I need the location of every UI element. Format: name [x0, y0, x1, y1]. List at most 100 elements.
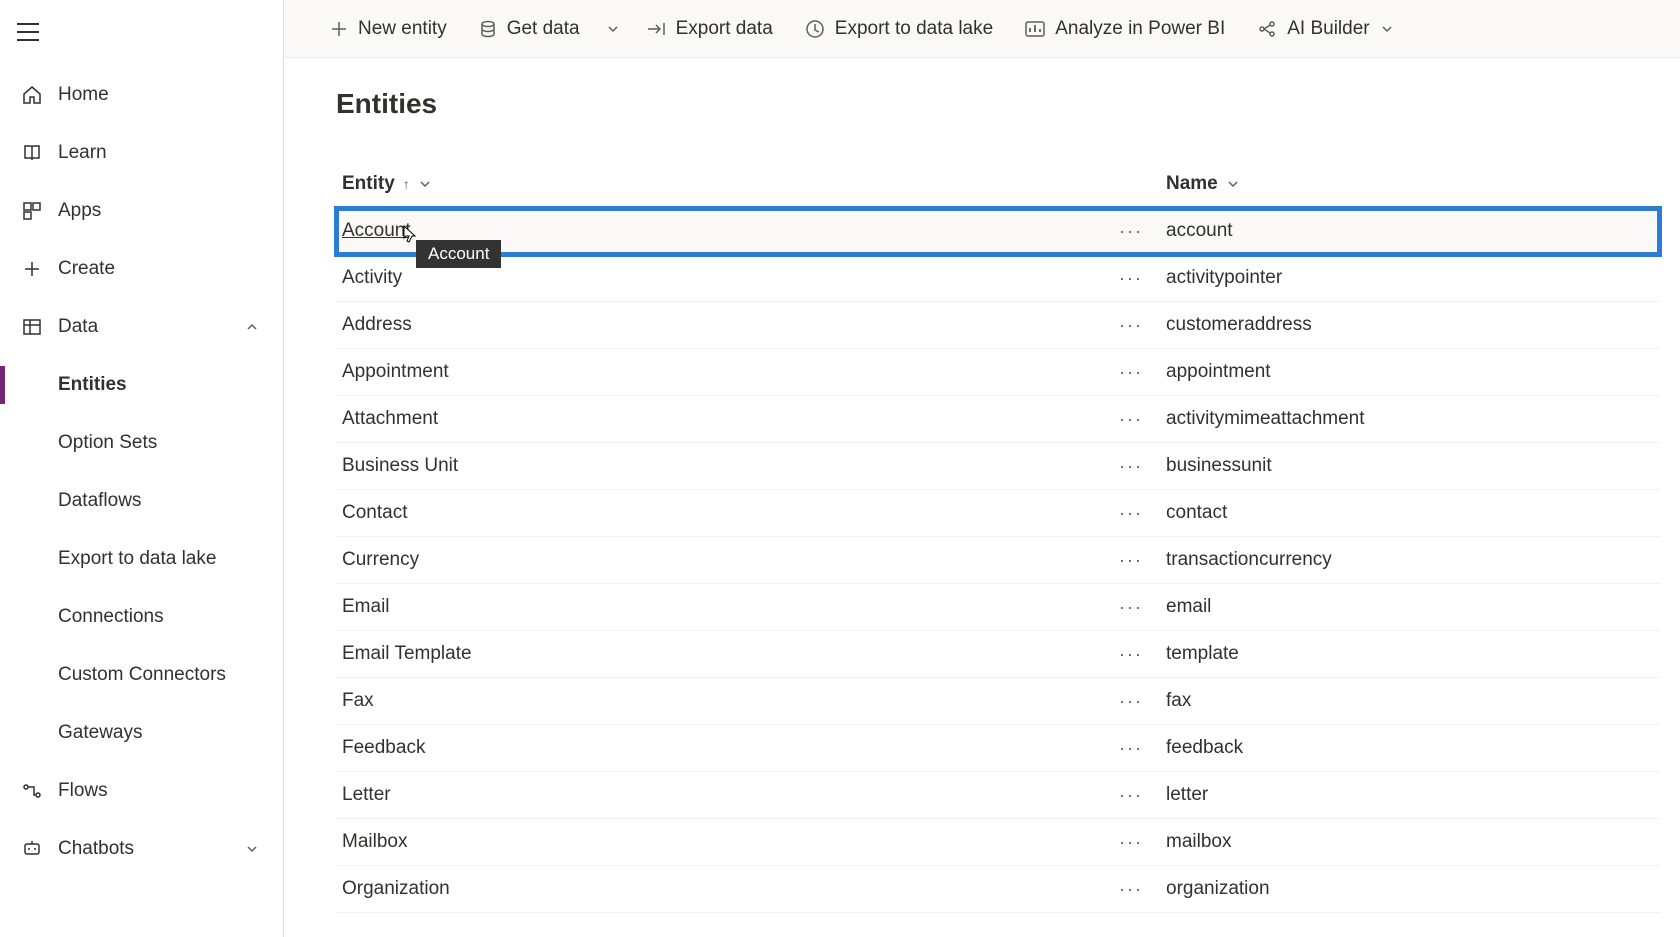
table-row[interactable]: Contact···contact	[336, 490, 1660, 537]
nav-label: Learn	[58, 142, 107, 164]
table-row[interactable]: Mailbox···mailbox	[336, 819, 1660, 866]
col-header-label: Entity	[342, 173, 395, 195]
flows-icon	[20, 779, 44, 803]
cmd-label: Export to data lake	[835, 18, 993, 40]
name-cell: organization	[1166, 878, 1660, 900]
apps-icon	[20, 199, 44, 223]
entity-cell[interactable]: Attachment	[336, 408, 1096, 430]
entity-cell[interactable]: Letter	[336, 784, 1096, 806]
data-icon	[20, 315, 44, 339]
table-row[interactable]: Account···account	[336, 208, 1660, 255]
nav-data[interactable]: Data	[0, 298, 283, 356]
entity-cell[interactable]: Business Unit	[336, 455, 1096, 477]
row-more-button[interactable]: ···	[1096, 785, 1166, 806]
book-icon	[20, 141, 44, 165]
table-body: Account···accountActivity···activitypoin…	[336, 208, 1660, 913]
nav-label: Data	[58, 316, 98, 338]
cmd-get-data-dropdown[interactable]	[596, 0, 630, 57]
entity-cell[interactable]: Appointment	[336, 361, 1096, 383]
entity-cell[interactable]: Activity	[336, 267, 1096, 289]
nav-sub-label: Connections	[58, 606, 164, 628]
row-more-button[interactable]: ···	[1096, 362, 1166, 383]
nav-sub-export-lake[interactable]: Export to data lake	[0, 530, 283, 588]
name-cell: letter	[1166, 784, 1660, 806]
entity-cell[interactable]: Account	[336, 220, 1096, 242]
cmd-analyze[interactable]: Analyze in Power BI	[1009, 0, 1241, 57]
ai-icon	[1257, 19, 1277, 39]
col-header-entity[interactable]: Entity ↑	[336, 173, 1166, 195]
nav-sub-entities[interactable]: Entities	[0, 356, 283, 414]
entity-cell[interactable]: Email	[336, 596, 1096, 618]
entity-cell[interactable]: Address	[336, 314, 1096, 336]
cmd-label: Get data	[507, 18, 580, 40]
col-header-name[interactable]: Name	[1166, 173, 1660, 195]
table-row[interactable]: Business Unit···businessunit	[336, 443, 1660, 490]
table-row[interactable]: Email···email	[336, 584, 1660, 631]
chevron-down-icon	[245, 842, 259, 856]
nav-sub-option-sets[interactable]: Option Sets	[0, 414, 283, 472]
table-row[interactable]: Currency···transactioncurrency	[336, 537, 1660, 584]
nav-sub-label: Entities	[58, 374, 127, 396]
table-row[interactable]: Letter···letter	[336, 772, 1660, 819]
name-cell: transactioncurrency	[1166, 549, 1660, 571]
table-row[interactable]: Organization···organization	[336, 866, 1660, 913]
name-cell: activitypointer	[1166, 267, 1660, 289]
row-more-button[interactable]: ···	[1096, 644, 1166, 665]
row-more-button[interactable]: ···	[1096, 879, 1166, 900]
entity-cell[interactable]: Fax	[336, 690, 1096, 712]
database-icon	[479, 20, 497, 38]
entity-cell[interactable]: Feedback	[336, 737, 1096, 759]
nav-sub-custom-connectors[interactable]: Custom Connectors	[0, 646, 283, 704]
name-cell: template	[1166, 643, 1660, 665]
nav-sub-gateways[interactable]: Gateways	[0, 704, 283, 762]
table-row[interactable]: Fax···fax	[336, 678, 1660, 725]
hamburger-button[interactable]	[0, 8, 56, 56]
cmd-get-data[interactable]: Get data	[463, 0, 596, 57]
row-more-button[interactable]: ···	[1096, 268, 1166, 289]
row-more-button[interactable]: ···	[1096, 832, 1166, 853]
row-more-button[interactable]: ···	[1096, 221, 1166, 242]
cmd-export-lake[interactable]: Export to data lake	[789, 0, 1009, 57]
entity-cell[interactable]: Mailbox	[336, 831, 1096, 853]
nav-create[interactable]: Create	[0, 240, 283, 298]
row-more-button[interactable]: ···	[1096, 409, 1166, 430]
cmd-ai-builder[interactable]: AI Builder	[1241, 0, 1409, 57]
table-row[interactable]: Attachment···activitymimeattachment	[336, 396, 1660, 443]
nav-chatbots[interactable]: Chatbots	[0, 820, 283, 878]
nav-home[interactable]: Home	[0, 66, 283, 124]
plus-icon	[20, 257, 44, 281]
plus-icon	[330, 20, 348, 38]
nav-sub-connections[interactable]: Connections	[0, 588, 283, 646]
nav-apps[interactable]: Apps	[0, 182, 283, 240]
row-more-button[interactable]: ···	[1096, 456, 1166, 477]
row-more-button[interactable]: ···	[1096, 315, 1166, 336]
home-icon	[20, 83, 44, 107]
nav-sub-dataflows[interactable]: Dataflows	[0, 472, 283, 530]
entity-cell[interactable]: Contact	[336, 502, 1096, 524]
cmd-new-entity[interactable]: New entity	[314, 0, 463, 57]
cmd-export-data[interactable]: Export data	[630, 0, 789, 57]
table-row[interactable]: Email Template···template	[336, 631, 1660, 678]
name-cell: activitymimeattachment	[1166, 408, 1660, 430]
row-more-button[interactable]: ···	[1096, 738, 1166, 759]
page-title: Entities	[336, 88, 1660, 120]
table-row[interactable]: Appointment···appointment	[336, 349, 1660, 396]
name-cell: contact	[1166, 502, 1660, 524]
table-header: Entity ↑ Name	[336, 160, 1660, 208]
table-row[interactable]: Feedback···feedback	[336, 725, 1660, 772]
table-row[interactable]: Activity···activitypointer	[336, 255, 1660, 302]
entity-cell[interactable]: Email Template	[336, 643, 1096, 665]
entity-cell[interactable]: Organization	[336, 878, 1096, 900]
table-row[interactable]: Address···customeraddress	[336, 302, 1660, 349]
row-more-button[interactable]: ···	[1096, 691, 1166, 712]
row-more-button[interactable]: ···	[1096, 503, 1166, 524]
sort-asc-icon: ↑	[403, 176, 410, 192]
nav-learn[interactable]: Learn	[0, 124, 283, 182]
row-more-button[interactable]: ···	[1096, 597, 1166, 618]
nav-flows[interactable]: Flows	[0, 762, 283, 820]
chevron-up-icon	[245, 320, 259, 334]
lake-icon	[805, 19, 825, 39]
cmd-label: Analyze in Power BI	[1055, 18, 1225, 40]
row-more-button[interactable]: ···	[1096, 550, 1166, 571]
entity-cell[interactable]: Currency	[336, 549, 1096, 571]
